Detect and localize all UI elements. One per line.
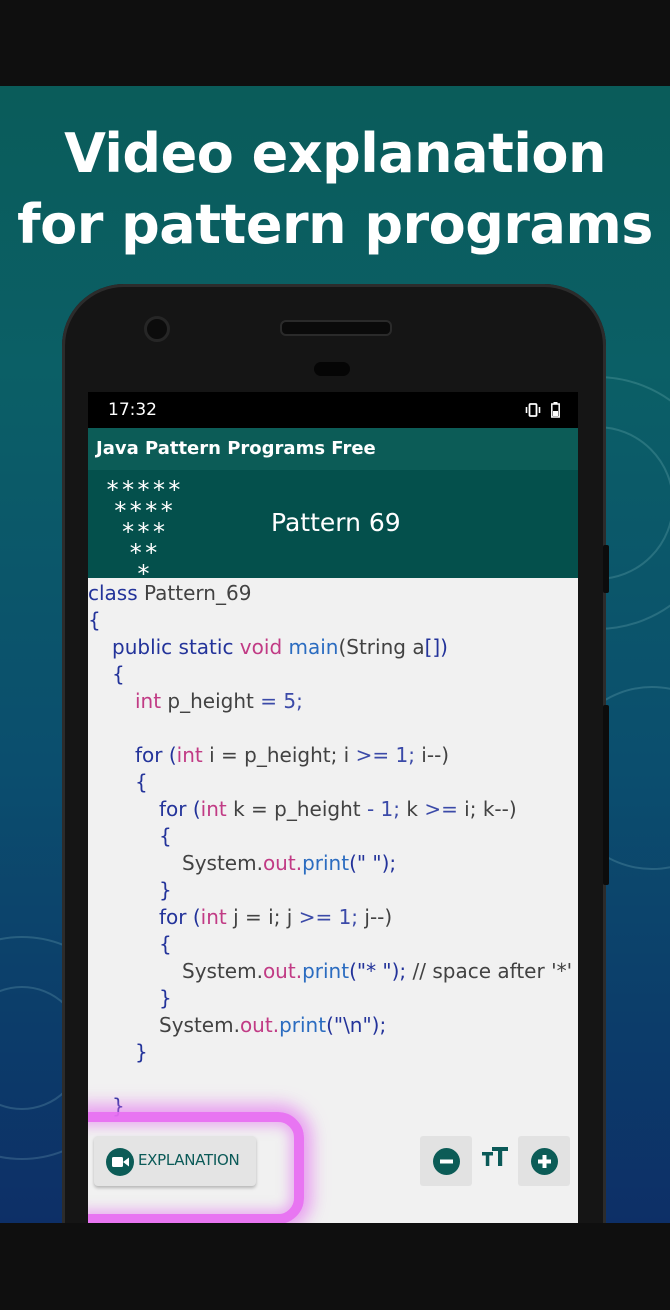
code-comment: // space after '*' [406, 959, 573, 983]
increase-font-button[interactable] [518, 1136, 570, 1186]
code-token: System. [159, 1013, 240, 1037]
code-token: k [400, 797, 425, 821]
code-line: System.out.print("\n"); [159, 1010, 386, 1040]
code-token: { [112, 662, 125, 686]
phone-volume-button [603, 705, 609, 885]
headline-line-1: Video explanation [64, 122, 606, 185]
app-bar: Java Pattern Programs Free [88, 428, 578, 470]
vibrate-icon [525, 402, 541, 418]
video-camera-icon [106, 1148, 134, 1176]
code-token: []) [424, 635, 448, 659]
code-token: class [88, 581, 138, 605]
code-line: } [159, 983, 172, 1013]
code-token: j--) [358, 905, 393, 929]
code-token: p_height [161, 689, 261, 713]
code-line: for (int k = p_height - 1; k >= i; k--) [159, 794, 517, 824]
code-token: (" "); [349, 851, 397, 875]
phone-side-button [603, 545, 609, 593]
decrease-font-button[interactable] [420, 1136, 472, 1186]
top-letterbox [0, 0, 670, 86]
code-token: = 5; [260, 689, 303, 713]
code-line: System.out.print("* "); // space after '… [182, 956, 572, 986]
code-line: class Pattern_69 [88, 578, 251, 608]
code-line: { [88, 605, 101, 635]
code-token: print [302, 959, 350, 983]
code-token: - 1; [366, 797, 401, 821]
status-time: 17:32 [108, 400, 157, 420]
code-token: public static [112, 635, 234, 659]
battery-icon [551, 402, 560, 418]
status-bar: 17:32 [88, 392, 578, 428]
code-token: i = p_height; i [202, 743, 356, 767]
code-token: void [233, 635, 283, 659]
code-token: Pattern_69 [137, 581, 252, 605]
code-token: out. [262, 851, 303, 875]
code-token: } [159, 986, 172, 1010]
code-line: public static void main(String a[]) [112, 632, 448, 662]
code-token: for ( [159, 797, 201, 821]
code-token: print [302, 851, 350, 875]
code-token: j = i; j [226, 905, 299, 929]
code-token: out. [239, 1013, 280, 1037]
phone-screen: 17:32 Java Pattern Programs Free ***** *… [88, 392, 578, 1223]
code-line: } [159, 875, 172, 905]
code-token: { [135, 770, 148, 794]
code-token: for ( [135, 743, 177, 767]
code-token: ("\n"); [326, 1013, 387, 1037]
bottom-letterbox [0, 1223, 670, 1310]
app-title: Java Pattern Programs Free [96, 438, 376, 459]
code-token: System. [182, 959, 263, 983]
minus-circle-icon [433, 1148, 460, 1175]
front-camera [144, 316, 170, 342]
code-view[interactable]: class Pattern_69 { public static void ma… [88, 578, 578, 1138]
code-line: } [135, 1037, 148, 1067]
bottom-controls: EXPLANATION [88, 1112, 578, 1223]
code-token: int [200, 797, 227, 821]
pattern-title: Pattern 69 [271, 508, 401, 537]
code-line: { [159, 821, 172, 851]
code-token: i--) [414, 743, 450, 767]
explanation-button[interactable]: EXPLANATION [94, 1136, 256, 1186]
code-line: System.out.print(" "); [182, 848, 396, 878]
code-line: { [159, 929, 172, 959]
code-token: out. [262, 959, 303, 983]
code-line: int p_height = 5; [135, 686, 303, 716]
proximity-sensor [314, 362, 350, 376]
code-token: int [176, 743, 203, 767]
pattern-header: ***** **** *** ** * Pattern 69 [88, 470, 578, 586]
code-token: for ( [159, 905, 201, 929]
code-token: } [159, 878, 172, 902]
code-token: int [200, 905, 227, 929]
headline-line-2: for pattern programs [17, 193, 653, 256]
code-token: System. [182, 851, 263, 875]
code-token: main [282, 635, 339, 659]
code-token: print [279, 1013, 327, 1037]
code-token: ("* "); [349, 959, 407, 983]
explanation-label: EXPLANATION [138, 1151, 240, 1169]
plus-circle-icon [531, 1148, 558, 1175]
promo-headline: Video explanation for pattern programs [0, 118, 670, 260]
code-token: { [88, 608, 101, 632]
status-icons [525, 401, 560, 419]
code-line: for (int j = i; j >= 1; j--) [159, 902, 392, 932]
code-token: >= 1; [298, 905, 359, 929]
text-size-icon [480, 1142, 510, 1172]
code-line: { [135, 767, 148, 797]
code-token: int [135, 689, 162, 713]
code-token: >= [424, 797, 458, 821]
code-token: i; k--) [457, 797, 517, 821]
code-token: { [159, 824, 172, 848]
code-token: { [159, 932, 172, 956]
code-token: } [135, 1040, 148, 1064]
code-token: >= 1; [355, 743, 415, 767]
code-token: (String a [338, 635, 425, 659]
code-line: for (int i = p_height; i >= 1; i--) [135, 740, 449, 770]
earpiece-speaker [280, 320, 392, 336]
code-token: k = p_height [226, 797, 367, 821]
code-line: { [112, 659, 125, 689]
